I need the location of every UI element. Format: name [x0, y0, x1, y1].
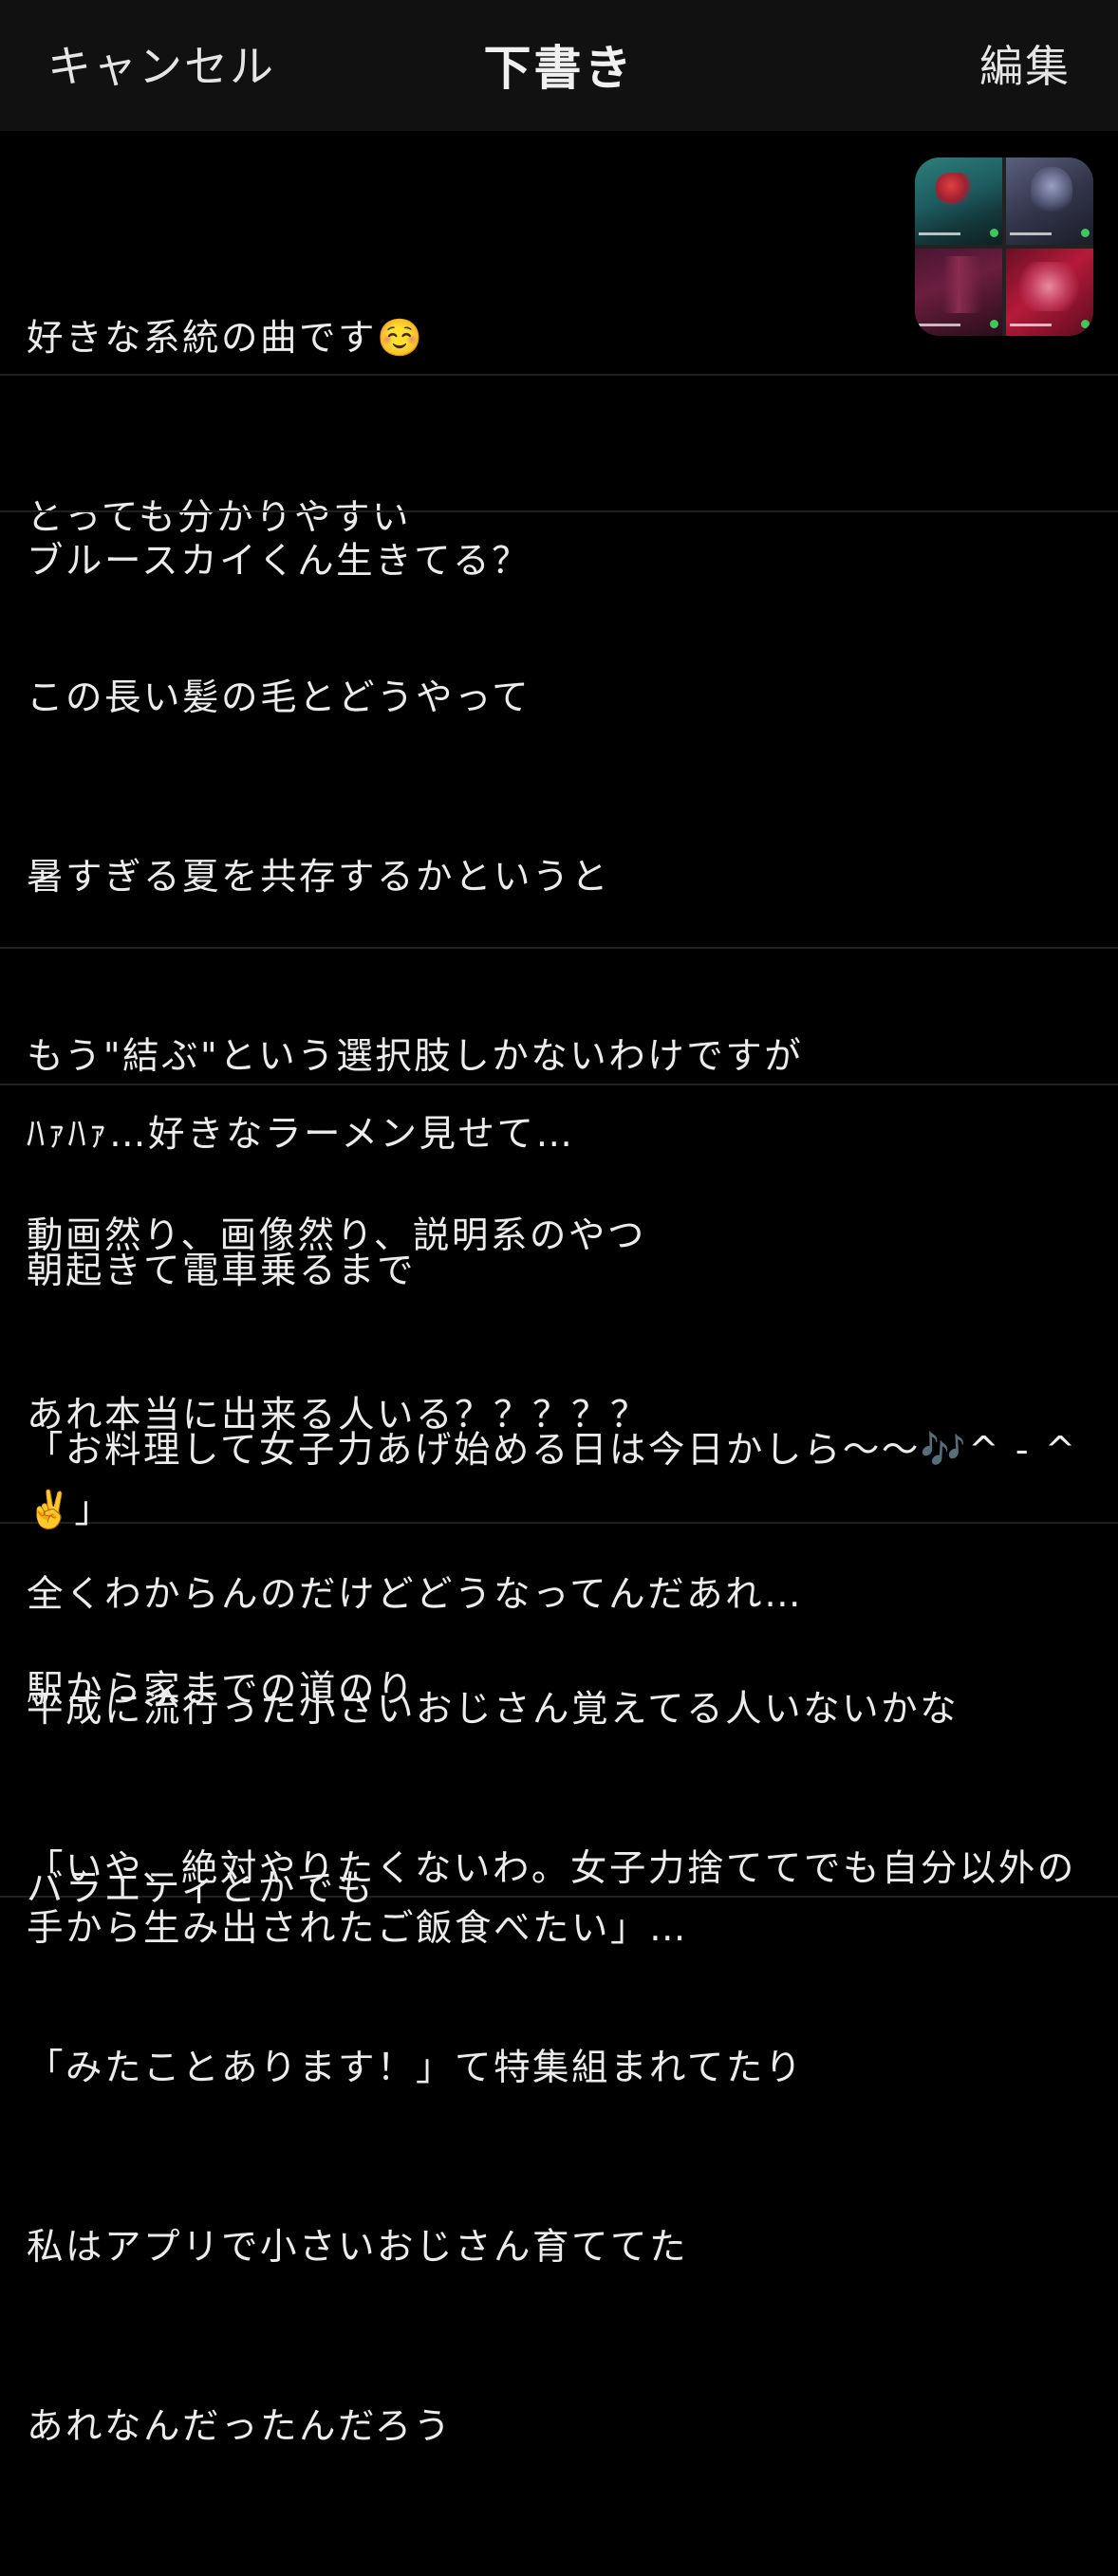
album-art-thumbnail	[1006, 249, 1093, 336]
draft-line: 平成に流行った小さいおじさん覚えてる人いないかな	[27, 1688, 960, 1731]
draft-item[interactable]: ﾊｧﾊｧ…好きなラーメン見せて…	[0, 947, 1118, 1156]
check-icon	[990, 320, 998, 328]
draft-item[interactable]: 朝起きて電車乗るまで 「お料理して女子力あげ始める日は今日かしら〜〜🎶^ - ^…	[0, 1084, 1118, 1950]
draft-line: 私はアプリで小さいおじさん育ててた	[27, 2226, 689, 2269]
draft-line: あれなんだったんだろう	[27, 2405, 453, 2448]
check-icon	[1081, 320, 1090, 328]
edit-button[interactable]: 編集	[979, 32, 1071, 95]
media-thumbnail-grid[interactable]	[915, 158, 1093, 336]
nav-header: キャンセル 下書き 編集	[0, 0, 1118, 131]
draft-line: 「みたことあります！」て特集組まれてたり	[27, 2047, 804, 2089]
page-title: 下書き	[483, 41, 635, 96]
draft-line: 朝起きて電車乗るまで	[27, 1250, 417, 1292]
check-icon	[1081, 229, 1090, 237]
draft-item[interactable]: 平成に流行った小さいおじさん覚えてる人いないかな バラエティとかでも 「みたこと…	[0, 1522, 1118, 2448]
draft-text: 平成に流行った小さいおじさん覚えてる人いないかな バラエティとかでも 「みたこと…	[27, 1560, 959, 2576]
album-art-thumbnail	[915, 249, 1002, 336]
draft-item[interactable]: ブルースカイくん生きてる？	[0, 374, 1118, 583]
draft-item[interactable]: 好きな系統の曲です☺️ とっても分かりやすい	[0, 131, 1118, 539]
draft-line: この長い髪の毛とどうやって	[27, 676, 531, 719]
check-icon	[990, 229, 998, 237]
draft-item[interactable]: この長い髪の毛とどうやって 暑すぎる夏を共存するかというと もう"結ぶ"という選…	[0, 510, 1118, 1616]
album-art-thumbnail	[1006, 158, 1093, 245]
album-art-thumbnail	[915, 158, 1002, 245]
draft-line: 暑すぎる夏を共存するかというと	[27, 856, 611, 899]
draft-line: バラエティとかでも	[27, 1867, 375, 1910]
draft-line: 好きな系統の曲です☺️	[27, 317, 425, 360]
